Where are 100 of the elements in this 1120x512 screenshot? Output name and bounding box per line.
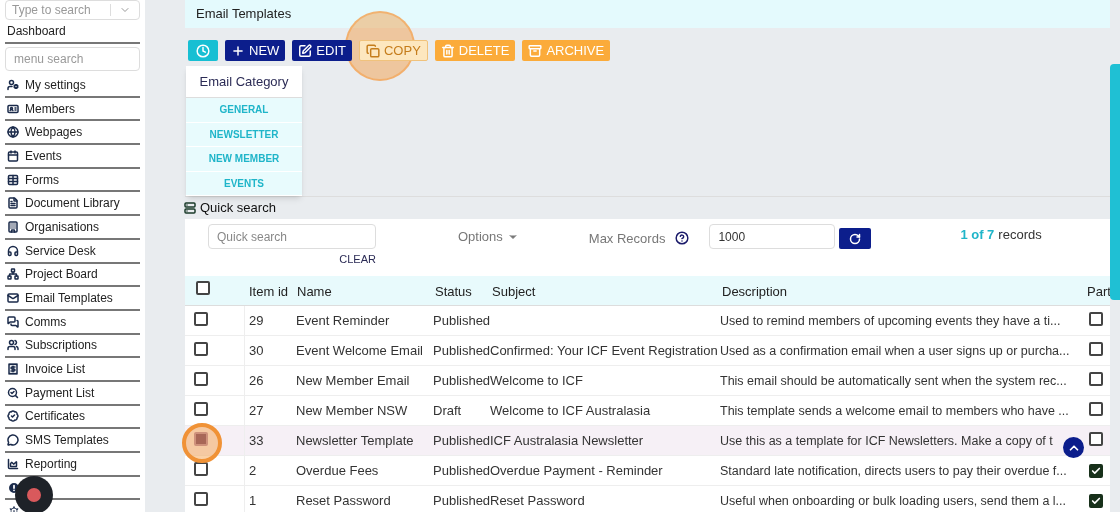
id-card-icon [7, 102, 19, 115]
row-checkbox[interactable] [194, 432, 208, 446]
table-row[interactable]: 26 New Member Email PublishedWelcome to ICF This email should be automatically sent when the system rec... [185, 366, 1110, 396]
sidebar-item[interactable]: Organisations [5, 216, 140, 240]
table-cell-text: Standard late notification, directs users to pay their overdue f... [719, 463, 1067, 478]
table-cell-text: New Member Email [295, 371, 411, 390]
copy-icon [365, 43, 380, 58]
table-cell-text: Reset Password [489, 491, 586, 510]
badge-icon [7, 410, 19, 423]
sidebar-item[interactable]: Document Library [5, 192, 140, 217]
check-icon [1091, 495, 1101, 506]
globe-icon [7, 126, 19, 139]
row-checkbox[interactable] [1089, 371, 1103, 386]
max-records-field[interactable]: 1000 [709, 224, 836, 249]
sidebar-link[interactable]: Dashboard [5, 20, 140, 44]
table-cell-text: 1 [248, 491, 258, 510]
column-header[interactable]: Item id [245, 281, 293, 301]
table-cell-text: This template sends a welcome email to members who have ... [719, 403, 1069, 418]
refresh-icon [849, 232, 862, 245]
table-row[interactable]: 29 Event Reminder Published Used to remind members of upcoming events they have a ti... [185, 306, 1110, 336]
table-cell-text: Overdue Payment - Reminder [490, 461, 664, 480]
table-cell-text: Published [432, 491, 488, 510]
document-icon [7, 197, 19, 210]
select-all-checkbox[interactable] [196, 281, 210, 295]
archive-icon [528, 43, 543, 58]
table-cell-text: ICF Australasia Newsletter [489, 431, 645, 450]
sidebar-item[interactable]: Members [5, 97, 140, 122]
sidebar-item[interactable]: Comms [5, 310, 140, 335]
sidebar-item[interactable]: SMS Templates [5, 429, 140, 453]
sidebar-item[interactable]: My settings [5, 74, 140, 98]
table-row[interactable]: 33 Newsletter Template PublishedICF Australasia Newsletter Use this as a template for ICF Newsletters. Make a copy of t [185, 426, 1110, 456]
row-checkbox[interactable] [194, 312, 208, 326]
refresh-button[interactable] [839, 228, 872, 249]
sidebar-item[interactable]: Webpages [5, 121, 140, 146]
table-cell-text: Published [432, 311, 488, 330]
table-cell-text: Published [432, 431, 488, 450]
table-cell-text: This email should be automatically sent when the system rec... [719, 373, 1067, 388]
table-cell-text: 27 [248, 401, 265, 420]
table-cell-text: Reset Password [295, 491, 392, 510]
row-checkbox[interactable] [194, 492, 208, 506]
scrollbar-thumb[interactable] [1110, 64, 1120, 300]
table-cell-text: Used as a confirmation email when a user signs up or purcha... [719, 343, 1070, 358]
column-header[interactable]: Name [293, 281, 431, 301]
menu-search-field[interactable]: menu search [5, 47, 140, 71]
clock-icon [196, 43, 210, 58]
sidebar-item[interactable]: Certificates [5, 405, 140, 430]
row-checkbox[interactable] [1089, 493, 1103, 508]
row-checkbox[interactable] [194, 342, 208, 356]
record-count-label: records [998, 226, 1042, 241]
table-row[interactable]: 27 New Member NSW Draft Welcome to ICF Australasia This template sends a welcome email to members who have ... [185, 396, 1110, 426]
row-checkbox[interactable] [1089, 431, 1103, 446]
table-cell-text: 33 [248, 431, 265, 450]
table-row[interactable]: 30 Event Welcome Email PublishedConfirmed: Your ICF Event Registration Used as a confirmation email when a user signs up or purcha... [185, 336, 1110, 366]
sidebar-item[interactable]: Events [5, 145, 140, 169]
row-checkbox[interactable] [1089, 341, 1103, 356]
column-header[interactable]: Description [718, 281, 1083, 301]
row-checkbox[interactable] [1089, 401, 1103, 416]
table-cell-text: Event Reminder [295, 311, 391, 330]
sidebar-item[interactable]: Service Desk [5, 239, 140, 264]
trash-icon [440, 43, 455, 58]
table-cell-text: Newsletter Template [295, 431, 415, 450]
plus-icon [231, 43, 245, 58]
calendar-icon [7, 149, 19, 162]
sidebar-item[interactable]: Payment List [5, 381, 140, 406]
sidebar-item[interactable]: Forms [5, 168, 140, 193]
quick-search-field[interactable]: Quick search [208, 224, 376, 249]
options-dropdown[interactable]: Options [458, 229, 519, 245]
headset-icon [7, 244, 19, 257]
table-cell-text: 26 [248, 371, 265, 390]
table-cell-text: Overdue Fees [295, 461, 380, 480]
table-row[interactable]: 2 Overdue Fees PublishedOverdue Payment - Reminder Standard late notification, directs users to pay their overdue f... [185, 456, 1110, 486]
table-cell-text: Use this as a template for ICF Newsletters. Make a copy of t [719, 433, 1053, 448]
sidebar-item[interactable]: Reporting [5, 453, 140, 477]
record-count: 1 of 7 [960, 226, 995, 241]
row-checkbox[interactable] [1089, 311, 1103, 326]
toolbar-button[interactable]: EDIT [292, 40, 352, 61]
users-icon [7, 339, 19, 352]
table-cell-text: 2 [248, 461, 258, 480]
max-records-label: Max Records [588, 230, 666, 245]
column-header[interactable]: Part [1083, 281, 1110, 301]
clear-link[interactable]: CLEAR [339, 251, 376, 268]
toolbar-button[interactable]: NEW [225, 40, 286, 61]
row-checkbox[interactable] [194, 402, 208, 416]
help-icon[interactable] [675, 231, 690, 245]
sidebar-item[interactable]: Email Templates [5, 287, 140, 311]
row-checkbox[interactable] [194, 462, 208, 476]
chart-icon [7, 457, 19, 470]
envelope-icon [7, 292, 19, 305]
edit-icon [298, 43, 313, 58]
table-cell-text: Used to remind members of upcoming events they have a ti... [719, 313, 1061, 328]
table-cell-text: Event Welcome Email [295, 341, 424, 360]
table-icon [7, 173, 19, 186]
sidebar-item[interactable]: Subscriptions [5, 334, 140, 359]
page-header: Email Templates [185, 0, 1110, 28]
sidebar-item[interactable]: Invoice List [5, 358, 140, 382]
row-checkbox[interactable] [194, 372, 208, 386]
sidebar-item[interactable]: Project Board [5, 263, 140, 288]
row-checkbox[interactable] [1089, 463, 1103, 478]
column-header[interactable]: Status [431, 281, 488, 301]
column-header[interactable]: Subject [488, 281, 718, 301]
